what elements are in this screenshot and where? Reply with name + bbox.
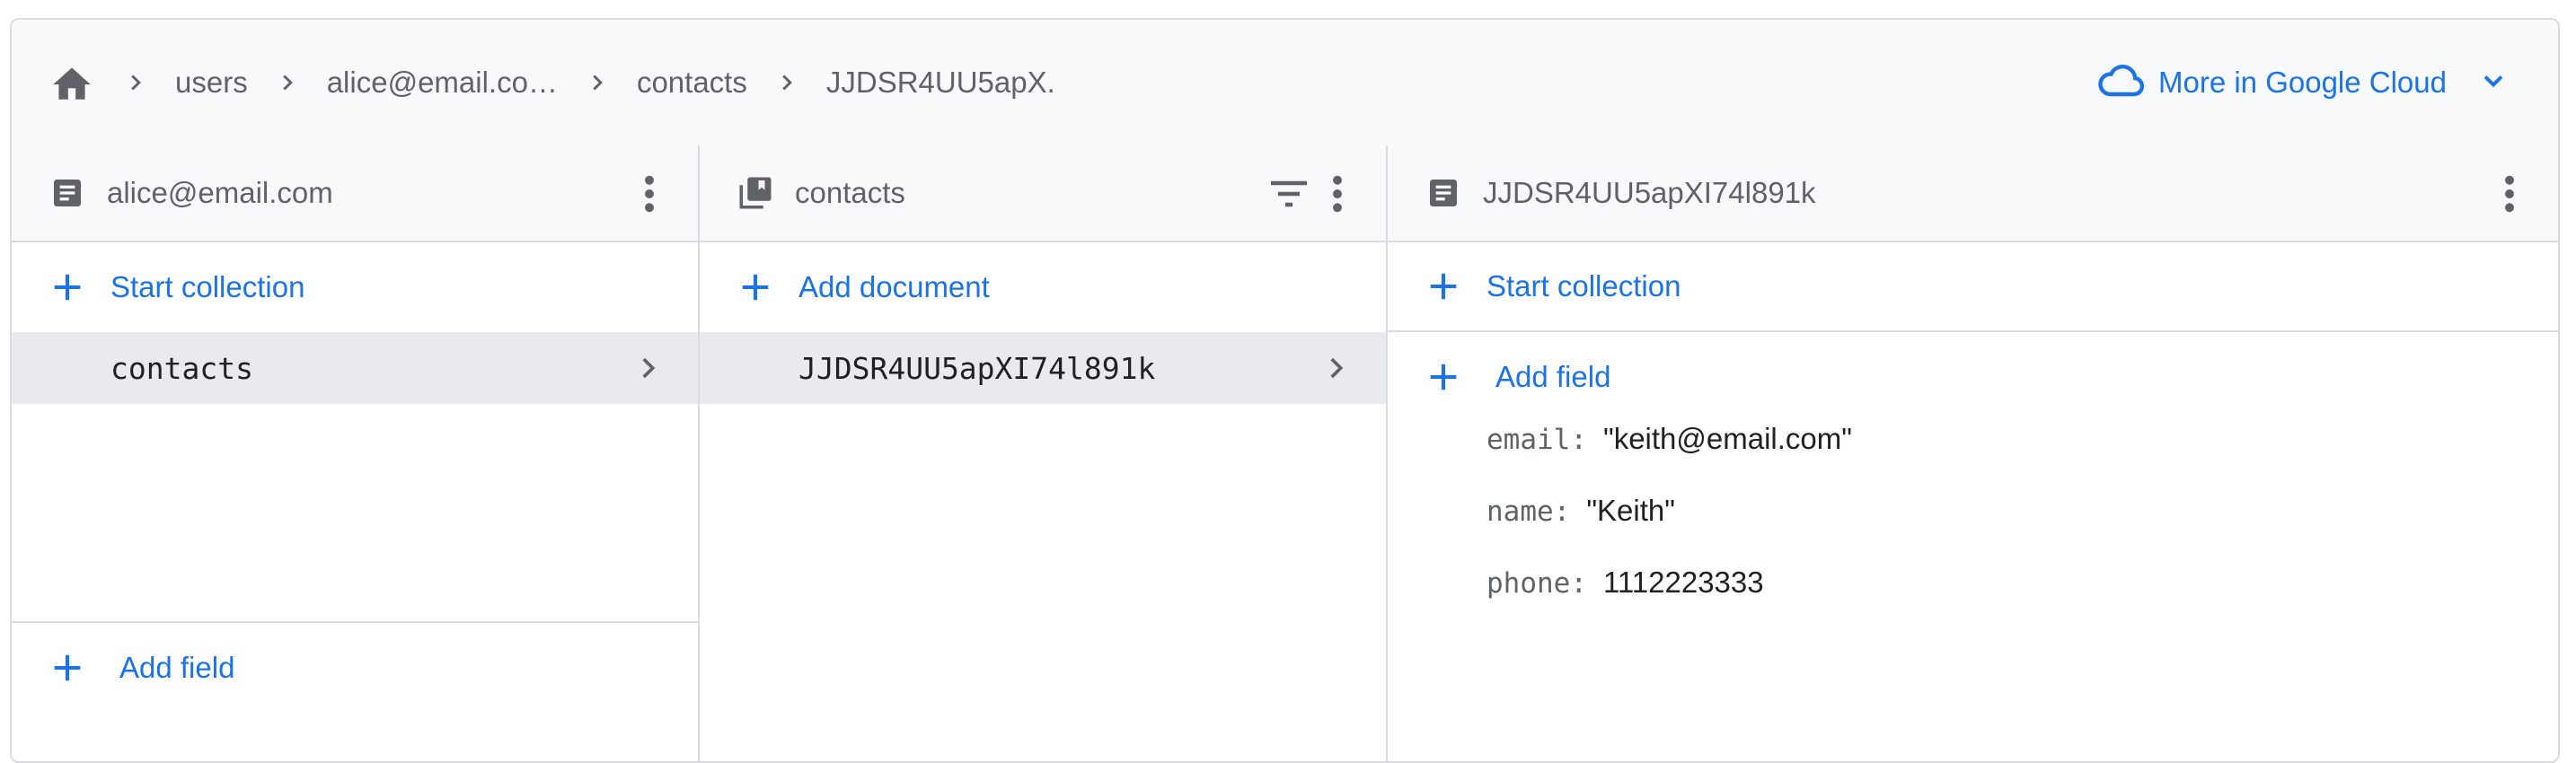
field-row-name[interactable]: name: "Keith" xyxy=(1486,494,2558,566)
field-row-phone[interactable]: phone: 1112223333 xyxy=(1486,566,2558,637)
document-detail-header: JJDSR4UU5apXI74l891k xyxy=(1388,145,2558,242)
breadcrumb-users[interactable]: users xyxy=(175,66,248,100)
chevron-right-icon xyxy=(581,66,613,99)
add-field-button[interactable]: Add field xyxy=(12,623,698,713)
home-icon[interactable] xyxy=(48,58,96,107)
document-panel-header: alice@email.com xyxy=(12,145,698,242)
breadcrumb-user-doc[interactable]: alice@email.co… xyxy=(327,66,558,100)
plus-icon xyxy=(736,267,775,307)
plus-icon xyxy=(1424,267,1463,306)
add-field-label: Add field xyxy=(1495,360,1611,393)
collection-panel-header: contacts xyxy=(700,145,1386,242)
list-item-label: JJDSR4UU5apXI74l891k xyxy=(798,350,1156,386)
more-vert-icon[interactable] xyxy=(2490,174,2529,214)
document-detail-panel: JJDSR4UU5apXI74l891k Start collection Ad… xyxy=(1388,145,2558,761)
firestore-data-viewer: users alice@email.co… contacts JJDSR4UU5… xyxy=(10,18,2560,763)
collection-panel: contacts Add document JJDSR4UU5apXI74l89… xyxy=(700,145,1388,761)
document-fields-section: Add field xyxy=(12,621,698,713)
list-item-document[interactable]: JJDSR4UU5apXI74l891k xyxy=(700,332,1386,404)
collection-icon xyxy=(736,173,775,213)
field-value: "keith@email.com" xyxy=(1602,422,1852,455)
add-document-button[interactable]: Add document xyxy=(700,242,1386,332)
cloud-icon xyxy=(2097,63,2146,103)
field-value: 1112223333 xyxy=(1602,566,1764,599)
collection-panel-title: contacts xyxy=(795,176,905,209)
breadcrumb-bar: users alice@email.co… contacts JJDSR4UU5… xyxy=(12,20,2558,147)
breadcrumb-contact-doc[interactable]: JJDSR4UU5apX. xyxy=(826,66,1055,100)
document-panel-title: alice@email.com xyxy=(107,176,333,209)
start-collection-label: Start collection xyxy=(1486,269,1681,303)
filter-icon[interactable] xyxy=(1269,174,1309,214)
chevron-right-icon xyxy=(771,66,803,99)
add-field-button[interactable]: Add field xyxy=(1388,332,2558,422)
more-in-google-cloud-button[interactable]: More in Google Cloud xyxy=(2097,20,2510,145)
document-icon xyxy=(48,173,87,213)
list-item-collection-contacts[interactable]: contacts xyxy=(12,332,698,404)
breadcrumb-contacts[interactable]: contacts xyxy=(637,66,747,100)
more-in-google-cloud-label: More in Google Cloud xyxy=(2157,66,2447,99)
list-item-label: contacts xyxy=(110,350,253,386)
chevron-right-icon xyxy=(628,348,667,388)
more-vert-icon[interactable] xyxy=(630,174,669,214)
breadcrumb: users alice@email.co… contacts JJDSR4UU5… xyxy=(12,20,1055,145)
plus-icon xyxy=(48,648,87,688)
add-field-label: Add field xyxy=(119,651,235,684)
more-vert-icon[interactable] xyxy=(1318,174,1357,214)
start-collection-label: Start collection xyxy=(110,270,305,303)
field-key: phone: xyxy=(1486,567,1587,600)
plus-icon xyxy=(48,267,87,307)
document-detail-title: JJDSR4UU5apXI74l891k xyxy=(1483,176,1816,209)
plus-icon xyxy=(1424,357,1463,397)
field-list: email: "keith@email.com" name: "Keith" p… xyxy=(1388,422,2558,637)
document-icon xyxy=(1424,173,1463,213)
chevron-right-icon xyxy=(119,66,152,99)
field-value: "Keith" xyxy=(1586,494,1675,527)
field-key: email: xyxy=(1486,424,1587,456)
add-document-label: Add document xyxy=(798,270,990,303)
field-key: name: xyxy=(1486,496,1571,528)
document-panel: alice@email.com Start collection contact… xyxy=(12,145,700,761)
start-collection-button[interactable]: Start collection xyxy=(1388,242,2558,332)
chevron-right-icon xyxy=(1316,348,1355,388)
chevron-down-icon xyxy=(2477,65,2510,101)
chevron-right-icon xyxy=(271,66,304,99)
start-collection-button[interactable]: Start collection xyxy=(12,242,698,332)
field-row-email[interactable]: email: "keith@email.com" xyxy=(1486,422,2558,494)
